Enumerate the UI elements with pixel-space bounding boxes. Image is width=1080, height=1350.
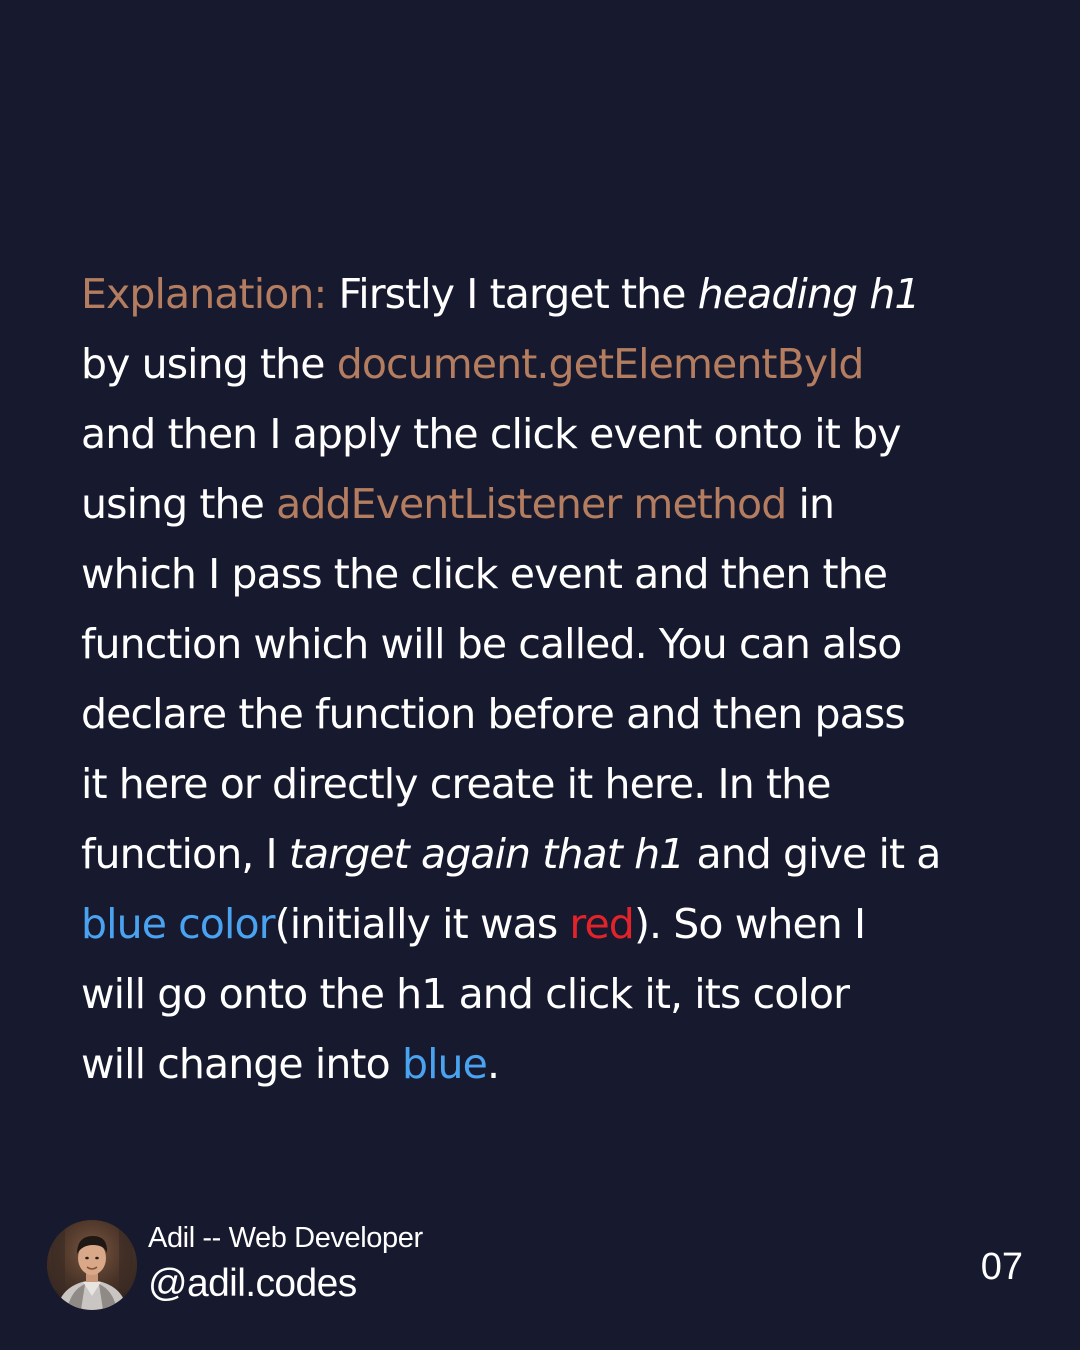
explanation-text: . bbox=[486, 1040, 500, 1088]
explanation-text: declare the function before and then pas… bbox=[81, 690, 906, 738]
explanation-line: will go onto the h1 and click it, its co… bbox=[81, 959, 1001, 1029]
explanation-line: Explanation: Firstly I target the headin… bbox=[81, 259, 1001, 329]
explanation-text: will go onto the h1 and click it, its co… bbox=[81, 970, 850, 1018]
explanation-line: function which will be called. You can a… bbox=[81, 609, 1001, 679]
explanation-text: by using the bbox=[81, 340, 337, 388]
explanation-line: function, I target again that h1 and giv… bbox=[81, 819, 1001, 889]
explanation-emphasis: heading h1 bbox=[697, 270, 921, 318]
explanation-line: using the addEventListener method in bbox=[81, 469, 1001, 539]
explanation-line: declare the function before and then pas… bbox=[81, 679, 1001, 749]
explanation-text: and then I apply the click event onto it… bbox=[81, 410, 901, 458]
author-footer: Adil -- Web Developer @adil.codes 07 bbox=[47, 1220, 1033, 1312]
explanation-emphasis: target again that h1 bbox=[288, 830, 685, 878]
explanation-line: which I pass the click event and then th… bbox=[81, 539, 1001, 609]
blue-highlight: blue bbox=[401, 1040, 488, 1088]
explanation-text: function which will be called. You can a… bbox=[81, 620, 902, 668]
slide: Explanation: Firstly I target the headin… bbox=[0, 0, 1080, 1350]
profile-photo-icon bbox=[47, 1220, 137, 1310]
explanation-text: will change into bbox=[81, 1040, 402, 1088]
avatar[interactable] bbox=[47, 1220, 137, 1310]
explanation-text: (initially it was bbox=[274, 900, 570, 948]
explanation-text: in bbox=[786, 480, 835, 528]
code-keyword: document.getElementById bbox=[336, 340, 865, 388]
explanation-text: ). So when I bbox=[633, 900, 866, 948]
explanation-text: which I pass the click event and then th… bbox=[81, 550, 888, 598]
explanation-line: it here or directly create it here. In t… bbox=[81, 749, 1001, 819]
red-highlight: red bbox=[569, 900, 634, 948]
explanation-text: it here or directly create it here. In t… bbox=[81, 760, 831, 808]
explanation-text: and give it a bbox=[684, 830, 941, 878]
explanation-text: Firstly I target the bbox=[326, 270, 698, 318]
explanation-label: Explanation: bbox=[81, 270, 327, 318]
explanation-line: and then I apply the click event onto it… bbox=[81, 399, 1001, 469]
explanation-paragraph: Explanation: Firstly I target the headin… bbox=[81, 259, 1001, 1099]
explanation-line: will change into blue. bbox=[81, 1029, 1001, 1099]
explanation-line: blue color(initially it was red). So whe… bbox=[81, 889, 1001, 959]
explanation-text: using the bbox=[81, 480, 277, 528]
explanation-text: function, I bbox=[81, 830, 289, 878]
blue-highlight: blue color bbox=[81, 900, 276, 948]
author-name: Adil -- Web Developer bbox=[148, 1222, 423, 1254]
explanation-line: by using the document.getElementById bbox=[81, 329, 1001, 399]
code-keyword: addEventListener method bbox=[276, 480, 787, 528]
page-number: 07 bbox=[980, 1246, 1023, 1288]
author-handle[interactable]: @adil.codes bbox=[148, 1262, 357, 1306]
